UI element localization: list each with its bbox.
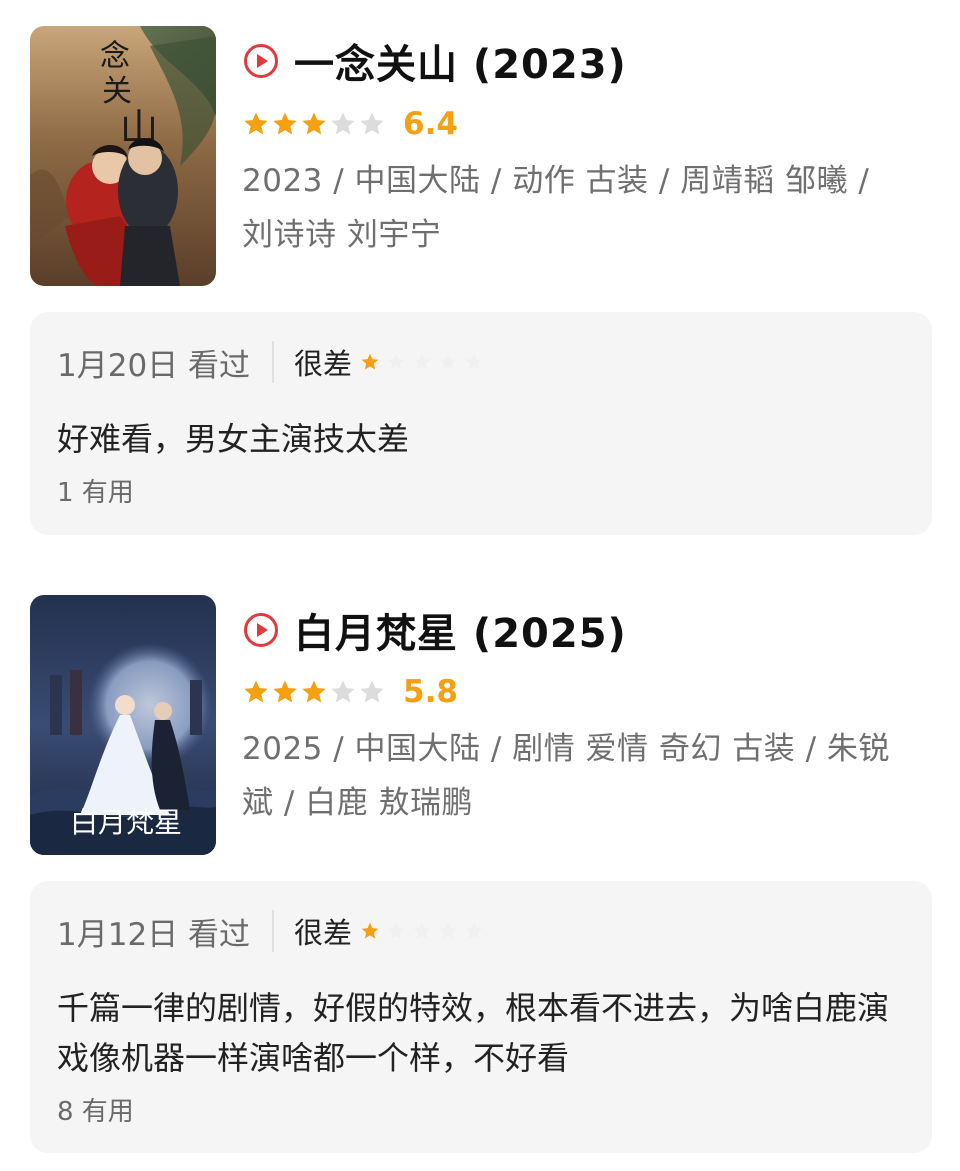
movie-rating: 6.4 xyxy=(242,104,458,144)
useful-count[interactable]: 1 有用 xyxy=(57,472,134,509)
star-empty-icon xyxy=(439,922,457,939)
star-filled-icon xyxy=(273,112,297,135)
star-empty-icon xyxy=(413,922,431,939)
star-empty-icon xyxy=(331,680,355,703)
star-filled-icon xyxy=(302,112,326,135)
star-empty-icon xyxy=(413,353,431,370)
svg-text:白月梵星: 白月梵星 xyxy=(70,806,182,839)
star-filled-icon xyxy=(361,353,379,370)
star-filled-icon xyxy=(273,680,297,703)
review-text: 千篇一律的剧情，好假的特效，根本看不进去，为啥白鹿演戏像机器一样演啥都一个样，不… xyxy=(57,989,890,1077)
movie-meta: 2025 / 中国大陆 / 剧情 爱情 奇幻 古装 / 朱锐斌 / 白鹿 敖瑞鹏 xyxy=(242,731,890,821)
movie-title[interactable]: 白月梵星 (2025) xyxy=(294,601,627,659)
review-card: 1月20日 看过 很差 好难看，男女主演技太差 1 有用 xyxy=(30,312,932,535)
divider xyxy=(272,341,275,383)
movie-meta: 2023 / 中国大陆 / 动作 古装 / 周靖韬 邹曦 / 刘诗诗 刘宇宁 xyxy=(242,163,870,253)
poster-image: 念 关 山 xyxy=(30,26,216,286)
star-filled-icon xyxy=(244,680,268,703)
play-circle-icon[interactable] xyxy=(242,611,280,649)
movie-poster[interactable]: 念 关 山 xyxy=(30,26,216,286)
movie-score: 5.8 xyxy=(403,674,458,710)
review-card: 1月12日 看过 很差 千篇一律的剧情，好假的特效，根本看不进去，为啥白鹿演戏像… xyxy=(30,881,932,1153)
star-empty-icon xyxy=(387,353,405,370)
divider xyxy=(272,910,275,952)
star-empty-icon xyxy=(439,353,457,370)
star-filled-icon xyxy=(302,680,326,703)
star-filled-icon xyxy=(361,922,379,939)
rating-stars xyxy=(242,678,387,706)
movie-score: 6.4 xyxy=(403,106,458,142)
svg-text:关: 关 xyxy=(102,74,132,109)
review-date: 1月20日 看过 xyxy=(57,347,251,384)
svg-text:念: 念 xyxy=(100,39,130,74)
poster-image: 白月梵星 xyxy=(30,595,216,855)
star-empty-icon xyxy=(465,353,483,370)
rating-stars xyxy=(242,110,387,138)
star-empty-icon xyxy=(387,922,405,939)
play-circle-icon[interactable] xyxy=(242,42,280,80)
movie-title-row[interactable]: 白月梵星 (2025) xyxy=(242,598,627,662)
star-empty-icon xyxy=(331,112,355,135)
review-rating-label: 很差 xyxy=(294,347,353,381)
review-rating-label: 很差 xyxy=(294,916,353,950)
useful-count[interactable]: 8 有用 xyxy=(57,1091,134,1128)
movie-title[interactable]: 一念关山 (2023) xyxy=(294,32,627,90)
review-text: 好难看，男女主演技太差 xyxy=(57,420,410,458)
star-empty-icon xyxy=(360,112,384,135)
review-date: 1月12日 看过 xyxy=(57,916,251,953)
movie-rating: 5.8 xyxy=(242,672,458,712)
star-filled-icon xyxy=(244,112,268,135)
movie-title-row[interactable]: 一念关山 (2023) xyxy=(242,29,627,93)
star-empty-icon xyxy=(360,680,384,703)
review-header: 1月12日 看过 很差 xyxy=(57,881,490,981)
review-header: 1月20日 看过 很差 xyxy=(57,312,490,412)
movie-poster[interactable]: 白月梵星 xyxy=(30,595,216,855)
star-empty-icon xyxy=(465,922,483,939)
